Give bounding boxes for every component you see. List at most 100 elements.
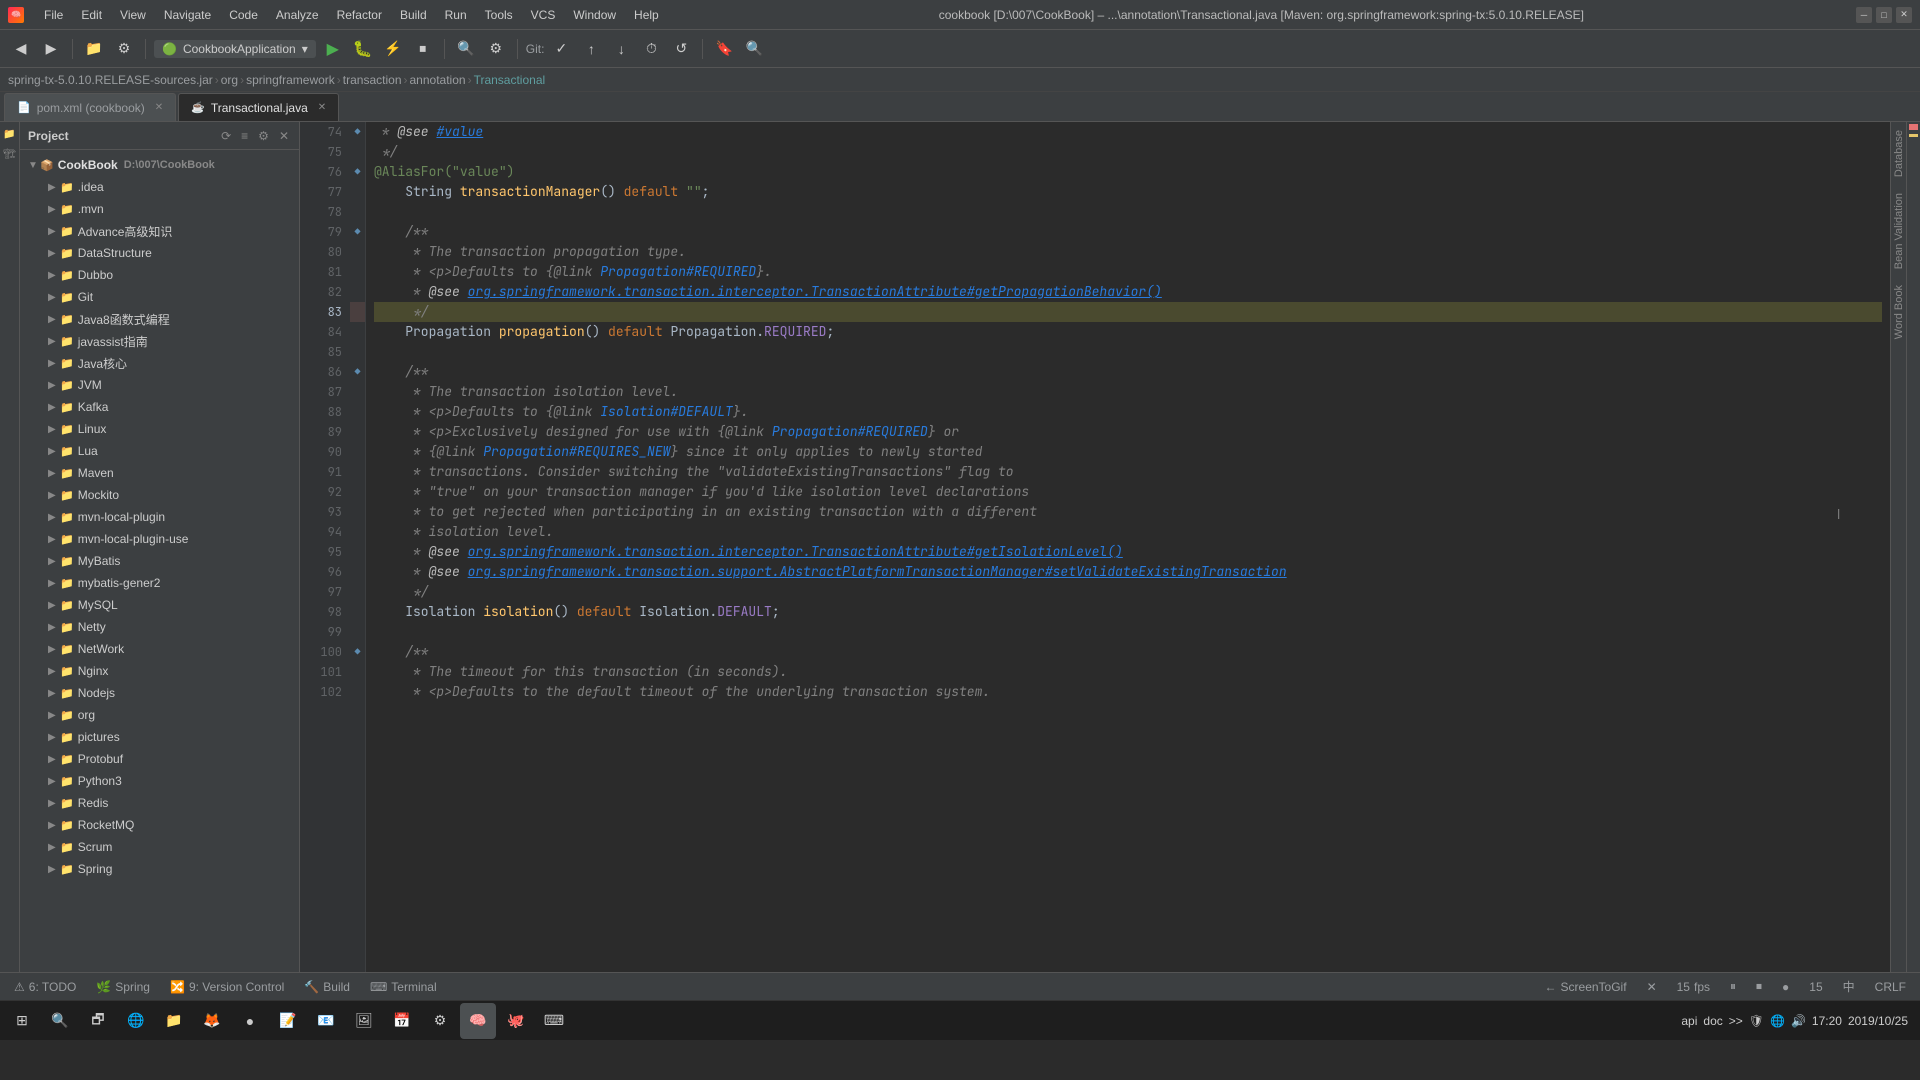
menu-tools[interactable]: Tools bbox=[477, 6, 521, 24]
panel-close-button[interactable]: ✕ bbox=[277, 127, 291, 145]
start-button[interactable]: ⊞ bbox=[4, 1003, 40, 1039]
edge-button[interactable]: 🌐 bbox=[118, 1003, 154, 1039]
run-coverage-button[interactable]: ⚡ bbox=[380, 36, 406, 62]
settings-taskbar-button[interactable]: ⚙ bbox=[422, 1003, 458, 1039]
tree-git[interactable]: ▶📁Git bbox=[20, 286, 299, 308]
tree-mysql[interactable]: ▶📁MySQL bbox=[20, 594, 299, 616]
chevron-right[interactable]: >> bbox=[1729, 1014, 1743, 1028]
crlf-status[interactable]: CRLF bbox=[1869, 978, 1912, 996]
settings-button[interactable]: ⚙ bbox=[111, 36, 137, 62]
tree-advance[interactable]: ▶📁Advance高级知识 bbox=[20, 220, 299, 242]
doc-label[interactable]: doc bbox=[1703, 1014, 1722, 1028]
code-editor[interactable]: 74 75 76 77 78 79 80 81 82 83 84 85 86 8… bbox=[300, 122, 1890, 1000]
screentogif-status[interactable]: ← ScreenToGif bbox=[1539, 978, 1633, 996]
tree-scrum[interactable]: ▶📁Scrum bbox=[20, 836, 299, 858]
search-everywhere[interactable]: 🔍 bbox=[741, 36, 767, 62]
tree-idea[interactable]: ▶📁.idea bbox=[20, 176, 299, 198]
tree-mvn[interactable]: ▶📁.mvn bbox=[20, 198, 299, 220]
tree-javacore[interactable]: ▶📁Java核心 bbox=[20, 352, 299, 374]
menu-navigate[interactable]: Navigate bbox=[156, 6, 219, 24]
api-label[interactable]: api bbox=[1681, 1014, 1697, 1028]
project-tool-btn[interactable]: 📁 bbox=[2, 126, 18, 142]
bean-validation-tab[interactable]: Bean Validation bbox=[1891, 185, 1907, 277]
bc-annotation[interactable]: annotation bbox=[410, 73, 466, 87]
run-config-selector[interactable]: 🟢 CookbookApplication ▾ bbox=[154, 40, 316, 58]
menu-build[interactable]: Build bbox=[392, 6, 435, 24]
chrome-button[interactable]: ● bbox=[232, 1003, 268, 1039]
bc-jar[interactable]: spring-tx-5.0.10.RELEASE-sources.jar bbox=[8, 73, 213, 87]
transactional-close-button[interactable]: ✕ bbox=[318, 102, 326, 113]
gear-button[interactable]: ⚙ bbox=[256, 127, 271, 145]
tree-jvm[interactable]: ▶📁JVM bbox=[20, 374, 299, 396]
tree-org[interactable]: ▶📁org bbox=[20, 704, 299, 726]
menu-code[interactable]: Code bbox=[221, 6, 266, 24]
fps-status[interactable]: 15 fps bbox=[1671, 978, 1716, 996]
git-taskbar-button[interactable]: 🐙 bbox=[498, 1003, 534, 1039]
tree-java8[interactable]: ▶📁Java8函数式编程 bbox=[20, 308, 299, 330]
debug-button[interactable]: 🐛 bbox=[350, 36, 376, 62]
maximize-button[interactable]: □ bbox=[1876, 7, 1892, 23]
tree-python3[interactable]: ▶📁Python3 bbox=[20, 770, 299, 792]
back-button[interactable]: ◀ bbox=[8, 36, 34, 62]
menu-refactor[interactable]: Refactor bbox=[329, 6, 390, 24]
project-view-button[interactable]: 📁 bbox=[81, 36, 107, 62]
line-col-status[interactable]: 15 bbox=[1803, 978, 1828, 996]
calendar-button[interactable]: 📅 bbox=[384, 1003, 420, 1039]
stop-button[interactable]: ⏹ bbox=[410, 36, 436, 62]
intellij-taskbar-button[interactable]: 🧠 bbox=[460, 1003, 496, 1039]
git-revert[interactable]: ↺ bbox=[668, 36, 694, 62]
search-button[interactable]: 🔍 bbox=[453, 36, 479, 62]
tree-lua[interactable]: ▶📁Lua bbox=[20, 440, 299, 462]
tree-root[interactable]: ▼ 📦 CookBook D:\007\CookBook bbox=[20, 154, 299, 176]
close-button[interactable]: ✕ bbox=[1896, 7, 1912, 23]
menu-analyze[interactable]: Analyze bbox=[268, 6, 327, 24]
build-status[interactable]: 🔨 Build bbox=[298, 978, 356, 996]
mail-button[interactable]: 📧 bbox=[308, 1003, 344, 1039]
tab-transactional[interactable]: ☕ Transactional.java ✕ bbox=[178, 93, 339, 121]
task-view-button[interactable]: 🗗 bbox=[80, 1003, 116, 1039]
bc-transactional[interactable]: Transactional bbox=[474, 73, 546, 87]
file-explorer-button[interactable]: 📁 bbox=[156, 1003, 192, 1039]
tree-mvn-plugin[interactable]: ▶📁mvn-local-plugin bbox=[20, 506, 299, 528]
bc-transaction[interactable]: transaction bbox=[343, 73, 402, 87]
close-screentogif[interactable]: ✕ bbox=[1641, 978, 1663, 996]
menu-edit[interactable]: Edit bbox=[73, 6, 110, 24]
photos-button[interactable]: 🖼 bbox=[346, 1003, 382, 1039]
tree-mvn-plugin-use[interactable]: ▶📁mvn-local-plugin-use bbox=[20, 528, 299, 550]
sync-button[interactable]: ⟳ bbox=[219, 127, 233, 145]
menu-vcs[interactable]: VCS bbox=[523, 6, 564, 24]
tree-netty[interactable]: ▶📁Netty bbox=[20, 616, 299, 638]
record-status[interactable]: ● bbox=[1776, 978, 1795, 996]
tree-nodejs[interactable]: ▶📁Nodejs bbox=[20, 682, 299, 704]
settings-gear[interactable]: ⚙ bbox=[483, 36, 509, 62]
stop-status[interactable]: ⏹ bbox=[1750, 977, 1768, 996]
tree-kafka[interactable]: ▶📁Kafka bbox=[20, 396, 299, 418]
tree-redis[interactable]: ▶📁Redis bbox=[20, 792, 299, 814]
bc-org[interactable]: org bbox=[221, 73, 238, 87]
menu-window[interactable]: Window bbox=[565, 6, 624, 24]
spring-status[interactable]: 🌿 Spring bbox=[90, 978, 156, 996]
terminal-taskbar-button[interactable]: ⌨ bbox=[536, 1003, 572, 1039]
tree-maven[interactable]: ▶📁Maven bbox=[20, 462, 299, 484]
tree-protobuf[interactable]: ▶📁Protobuf bbox=[20, 748, 299, 770]
git-push[interactable]: ↑ bbox=[578, 36, 604, 62]
pom-close-button[interactable]: ✕ bbox=[155, 102, 163, 113]
git-pull[interactable]: ↓ bbox=[608, 36, 634, 62]
tree-mockito[interactable]: ▶📁Mockito bbox=[20, 484, 299, 506]
tree-rocketmq[interactable]: ▶📁RocketMQ bbox=[20, 814, 299, 836]
menu-help[interactable]: Help bbox=[626, 6, 667, 24]
word-book-tab[interactable]: Word Book bbox=[1891, 277, 1907, 347]
search-taskbar-button[interactable]: 🔍 bbox=[42, 1003, 78, 1039]
firefox-button[interactable]: 🦊 bbox=[194, 1003, 230, 1039]
collapse-all-button[interactable]: ≡ bbox=[239, 127, 250, 145]
tree-linux[interactable]: ▶📁Linux bbox=[20, 418, 299, 440]
tab-pom[interactable]: 📄 pom.xml (cookbook) ✕ bbox=[4, 93, 176, 121]
tree-mybatis[interactable]: ▶📁MyBatis bbox=[20, 550, 299, 572]
todo-status[interactable]: ⚠ 6: TODO bbox=[8, 978, 82, 996]
tree-mybatis-gen[interactable]: ▶📁mybatis-gener2 bbox=[20, 572, 299, 594]
git-history[interactable]: ⏱ bbox=[638, 36, 664, 62]
tree-pictures[interactable]: ▶📁pictures bbox=[20, 726, 299, 748]
code-content[interactable]: * @see #value */ @AliasFor("value") Stri… bbox=[366, 122, 1890, 1000]
bc-springframework[interactable]: springframework bbox=[246, 73, 335, 87]
bookmark-button[interactable]: 🔖 bbox=[711, 36, 737, 62]
